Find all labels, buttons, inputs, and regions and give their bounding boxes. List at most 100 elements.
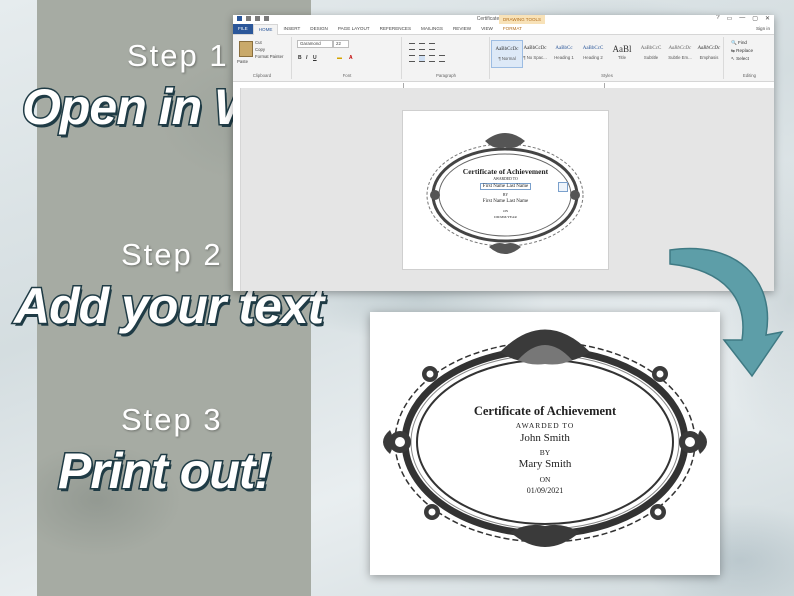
bold-button[interactable]: B (298, 55, 302, 61)
mini-cert-date[interactable]: DD/MM/YEAR (403, 215, 608, 219)
replace-label: Replace (736, 48, 753, 53)
window-controls: ? ▭ — ▢ ✕ (716, 15, 770, 22)
align-left-icon[interactable] (409, 55, 415, 62)
cert-title: Certificate of Achievement (473, 404, 617, 418)
clipboard-group: Paste Cut Copy Format Painter Clipboard (233, 37, 292, 79)
selected-text-box[interactable]: First Name Last Name (479, 183, 532, 190)
highlight-icon[interactable]: ▬ (337, 55, 342, 61)
multilevel-list-icon[interactable] (429, 43, 435, 50)
align-center-icon[interactable] (419, 55, 425, 62)
style-sample: AaBbCcDc (523, 46, 547, 51)
numbering-icon[interactable] (419, 43, 425, 50)
bullets-icon[interactable] (409, 43, 415, 50)
mini-cert-title: Certificate of Achievement (462, 167, 549, 176)
align-right-icon[interactable] (429, 55, 435, 62)
copy-button[interactable]: Copy (255, 47, 265, 52)
ribbon-display-icon[interactable]: ▭ (727, 15, 733, 22)
find-button[interactable]: 🔍 Find (731, 40, 747, 46)
styles-group: AaBbCcDc ¶ Normal AaBbCcDc ¶ No Spac... Aa… (491, 37, 724, 79)
printed-certificate: Certificate of Achievement AWARDED TO Jo… (370, 312, 720, 575)
tab-format[interactable]: FORMAT (498, 24, 527, 34)
help-icon[interactable]: ? (716, 15, 719, 22)
paste-icon[interactable] (239, 41, 253, 57)
maximize-icon[interactable]: ▢ (752, 15, 758, 22)
mini-cert-recipient[interactable]: First Name Last Name (403, 183, 608, 190)
mini-cert-awarded-to: AWARDED TO (493, 177, 518, 181)
italic-button[interactable]: I (306, 55, 307, 61)
editing-group: 🔍 Find ⇆ Replace ↖ Select Editing (725, 37, 774, 79)
font-size-select[interactable]: 22 (333, 40, 349, 48)
style-title[interactable]: AaBl Title (607, 40, 637, 66)
style-sample: AaBbCcC (640, 46, 662, 51)
paste-button[interactable]: Paste (237, 59, 248, 64)
style-name: ¶ Normal (498, 56, 516, 61)
cert-recipient: John Smith (520, 432, 570, 444)
style-sample: AaBbCcDc (697, 46, 721, 51)
paragraph-group: Paragraph (403, 37, 490, 79)
cert-giver: Mary Smith (518, 458, 572, 470)
style-name: Title (618, 55, 626, 60)
font-group: Garamond 22 B I U ▬ A Font (293, 37, 402, 79)
font-color-icon[interactable]: A (349, 55, 353, 61)
step-3-label: Step 3 (121, 402, 223, 437)
ornate-frame-mini (426, 133, 584, 254)
tab-insert[interactable]: INSERT (278, 24, 305, 34)
styles-label: Styles (601, 73, 613, 78)
style-sample: AaBbCcDc (668, 46, 692, 51)
tab-view[interactable]: VIEW (476, 24, 498, 34)
tab-page-layout[interactable]: PAGE LAYOUT (333, 24, 375, 34)
style-normal[interactable]: AaBbCcDc ¶ Normal (491, 40, 523, 68)
cut-button[interactable]: Cut (255, 40, 262, 45)
tab-design[interactable]: DESIGN (305, 24, 333, 34)
style-heading-1[interactable]: AaBbCc Heading 1 (549, 40, 579, 66)
cert-awarded-to: AWARDED TO (515, 421, 575, 430)
layout-options-icon[interactable] (558, 182, 568, 192)
style-no-spacing[interactable]: AaBbCcDc ¶ No Spac... (520, 40, 550, 66)
step-1-label: Step 1 (127, 38, 229, 73)
cert-on: ON (539, 475, 551, 484)
ribbon: Paste Cut Copy Format Painter Clipboard … (233, 35, 774, 82)
document-page[interactable]: Certificate of Achievement AWARDED TO Fi… (402, 110, 609, 270)
editing-label: Editing (742, 73, 757, 78)
ribbon-tabs: FILE HOME INSERT DESIGN PAGE LAYOUT REFE… (233, 23, 774, 35)
style-name: Subtitle (643, 55, 659, 60)
style-sample: AaBl (612, 44, 632, 54)
drawing-tools-label: DRAWING TOOLS (499, 15, 545, 24)
font-name-select[interactable]: Garamond (297, 40, 333, 48)
replace-button[interactable]: ⇆ Replace (731, 48, 753, 54)
minimize-icon[interactable]: — (739, 15, 745, 22)
style-subtle-emphasis[interactable]: AaBbCcDc Subtle Em... (665, 40, 695, 66)
style-sample: AaBbCcDc (495, 47, 519, 52)
tab-home[interactable]: HOME (252, 23, 279, 35)
select-button[interactable]: ↖ Select (731, 56, 749, 62)
close-icon[interactable]: ✕ (765, 15, 770, 22)
step-2-label: Step 2 (121, 237, 223, 272)
style-name: Subtle Em... (668, 55, 692, 60)
mini-cert-by: BY (502, 193, 509, 197)
style-name: Heading 1 (554, 55, 574, 60)
step-3-title: Print out! (56, 442, 272, 501)
tab-references[interactable]: REFERENCES (375, 24, 416, 34)
tab-review[interactable]: REVIEW (448, 24, 476, 34)
find-label: Find (738, 40, 747, 45)
clipboard-label: Clipboard (252, 73, 272, 78)
underline-button[interactable]: U (313, 55, 317, 61)
select-label: Select (736, 56, 749, 61)
cert-by: BY (539, 448, 551, 457)
style-name: Emphasis (699, 55, 719, 60)
tab-file[interactable]: FILE (233, 24, 253, 34)
sign-in-link[interactable]: Sign in (751, 24, 774, 34)
style-heading-2[interactable]: AaBbCcC Heading 2 (578, 40, 608, 66)
font-label: Font (342, 73, 352, 78)
justify-icon[interactable] (439, 55, 445, 62)
vertical-ruler (233, 88, 241, 291)
style-subtitle[interactable]: AaBbCcC Subtitle (636, 40, 666, 66)
style-emphasis[interactable]: AaBbCcDc Emphasis (694, 40, 724, 66)
mini-cert-giver[interactable]: First Name Last Name (403, 199, 608, 204)
cert-date: 01/09/2021 (526, 486, 564, 495)
style-name: ¶ No Spac... (523, 55, 547, 60)
format-painter-button[interactable]: Format Painter (255, 54, 283, 59)
paragraph-label: Paragraph (435, 73, 457, 78)
tab-mailings[interactable]: MAILINGS (416, 24, 448, 34)
word-titlebar: Certificate1.docx - Word DRAWING TOOLS ?… (233, 15, 774, 24)
